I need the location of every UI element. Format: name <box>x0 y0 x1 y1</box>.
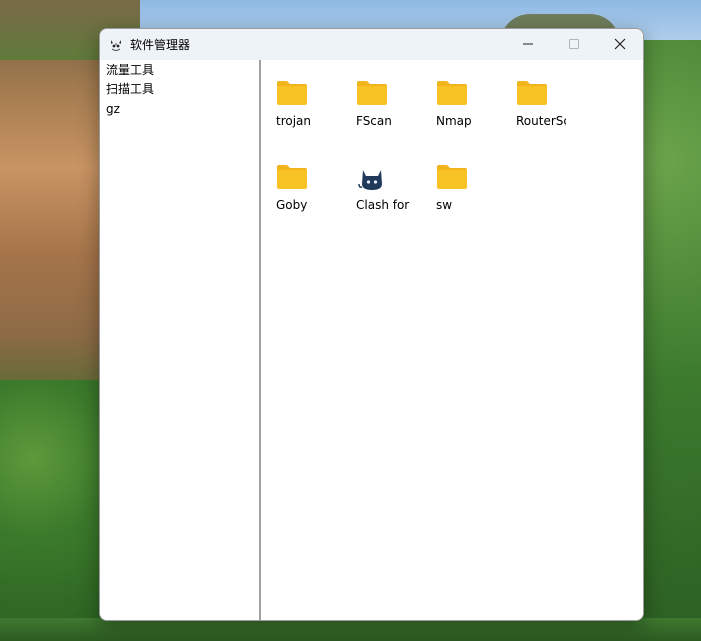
tree-item-traffic-tools[interactable]: 流量工具 <box>106 62 154 78</box>
file-label: trojan <box>276 114 312 128</box>
tree-item-gz[interactable]: gz <box>106 101 120 117</box>
wallpaper-cliff <box>0 0 110 420</box>
wallpaper-forest-left <box>0 380 110 641</box>
minimize-button[interactable] <box>505 29 551 60</box>
file-item-goby[interactable]: Goby <box>276 164 346 234</box>
window-content: 流量工具 扫描工具 gz trojan FScan Nmap RouterSc … <box>100 60 643 620</box>
file-item-fscan[interactable]: FScan <box>356 80 426 150</box>
cat-logo-icon <box>109 37 123 51</box>
category-tree: 流量工具 扫描工具 gz <box>100 60 259 620</box>
desktop-background: 软件管理器 流量工具 扫描工具 gz trojan FScan Nmap Rou… <box>0 0 701 641</box>
tree-item-scan-tools[interactable]: 扫描工具 <box>106 81 154 97</box>
title-bar[interactable]: 软件管理器 <box>100 29 643 60</box>
maximize-button[interactable] <box>551 29 597 60</box>
folder-icon <box>356 80 388 108</box>
maximize-icon <box>568 35 580 54</box>
file-label: Nmap <box>436 114 472 128</box>
minimize-icon <box>522 35 534 54</box>
folder-icon <box>436 164 468 192</box>
file-item-trojan[interactable]: trojan <box>276 80 346 150</box>
file-item-nmap[interactable]: Nmap <box>436 80 506 150</box>
file-label: RouterSc <box>516 114 566 128</box>
close-icon <box>614 35 626 54</box>
file-grid: trojan FScan Nmap RouterSc Goby Clash fo… <box>261 60 643 620</box>
file-label: sw <box>436 198 453 212</box>
wallpaper-forest-bottom <box>0 618 701 641</box>
folder-icon <box>436 80 468 108</box>
file-label: Clash for <box>356 198 410 212</box>
folder-icon <box>276 80 308 108</box>
cat-app-icon <box>356 164 388 192</box>
folder-icon <box>276 164 308 192</box>
file-label: FScan <box>356 114 392 128</box>
file-item-routersc[interactable]: RouterSc <box>516 80 586 150</box>
wallpaper-forest-right <box>640 40 701 641</box>
file-item-clash-for[interactable]: Clash for <box>356 164 426 234</box>
close-button[interactable] <box>597 29 643 60</box>
software-manager-window: 软件管理器 流量工具 扫描工具 gz trojan FScan Nmap Rou… <box>99 28 644 621</box>
file-label: Goby <box>276 198 308 212</box>
folder-icon <box>516 80 548 108</box>
window-title: 软件管理器 <box>130 38 191 52</box>
file-item-sw[interactable]: sw <box>436 164 506 234</box>
